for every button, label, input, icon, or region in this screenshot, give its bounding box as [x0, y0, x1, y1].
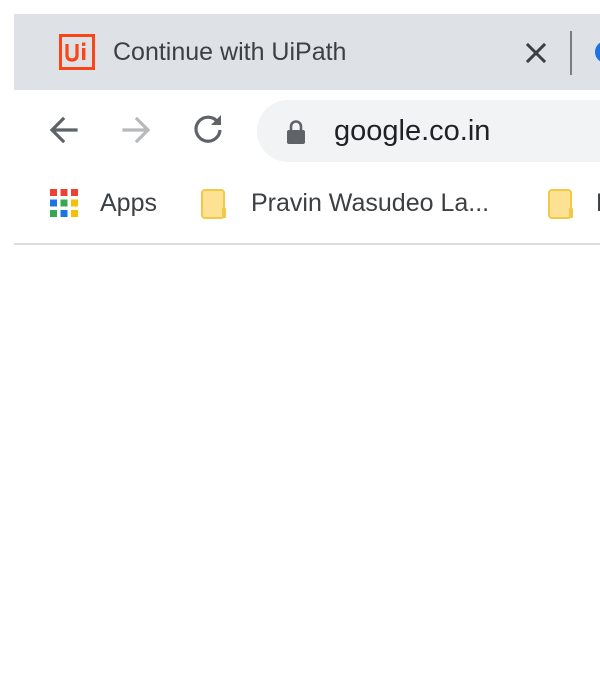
tab-strip: Continue with UiPath — [14, 14, 600, 90]
arrow-right-icon[interactable] — [116, 110, 156, 150]
active-tab[interactable]: Continue with UiPath — [14, 14, 600, 90]
tab-separator — [570, 31, 572, 75]
folder-icon — [201, 189, 226, 219]
next-tab-favicon-icon[interactable] — [594, 40, 600, 64]
browser-window: Continue with UiPath google.co.in Apps P… — [0, 0, 600, 699]
bookmarks-bar: Apps Pravin Wasudeo La... P — [14, 170, 600, 245]
bookmark-label: Pravin Wasudeo La... — [251, 189, 490, 217]
reload-icon[interactable] — [188, 110, 228, 150]
bookmark-folder-p[interactable]: P — [514, 170, 600, 243]
lock-icon[interactable] — [285, 119, 307, 145]
address-bar[interactable]: google.co.in — [257, 100, 600, 162]
tab-title: Continue with UiPath — [113, 38, 347, 66]
folder-icon — [548, 189, 573, 219]
toolbar: google.co.in — [14, 90, 600, 170]
close-icon[interactable] — [522, 39, 550, 67]
bookmark-folder-pravin[interactable]: Pravin Wasudeo La... — [14, 170, 514, 243]
page-content — [14, 245, 600, 699]
arrow-left-icon[interactable] — [44, 110, 84, 150]
bookmark-label: P — [596, 187, 600, 219]
url-text[interactable]: google.co.in — [334, 115, 490, 147]
uipath-logo-icon — [59, 34, 95, 70]
